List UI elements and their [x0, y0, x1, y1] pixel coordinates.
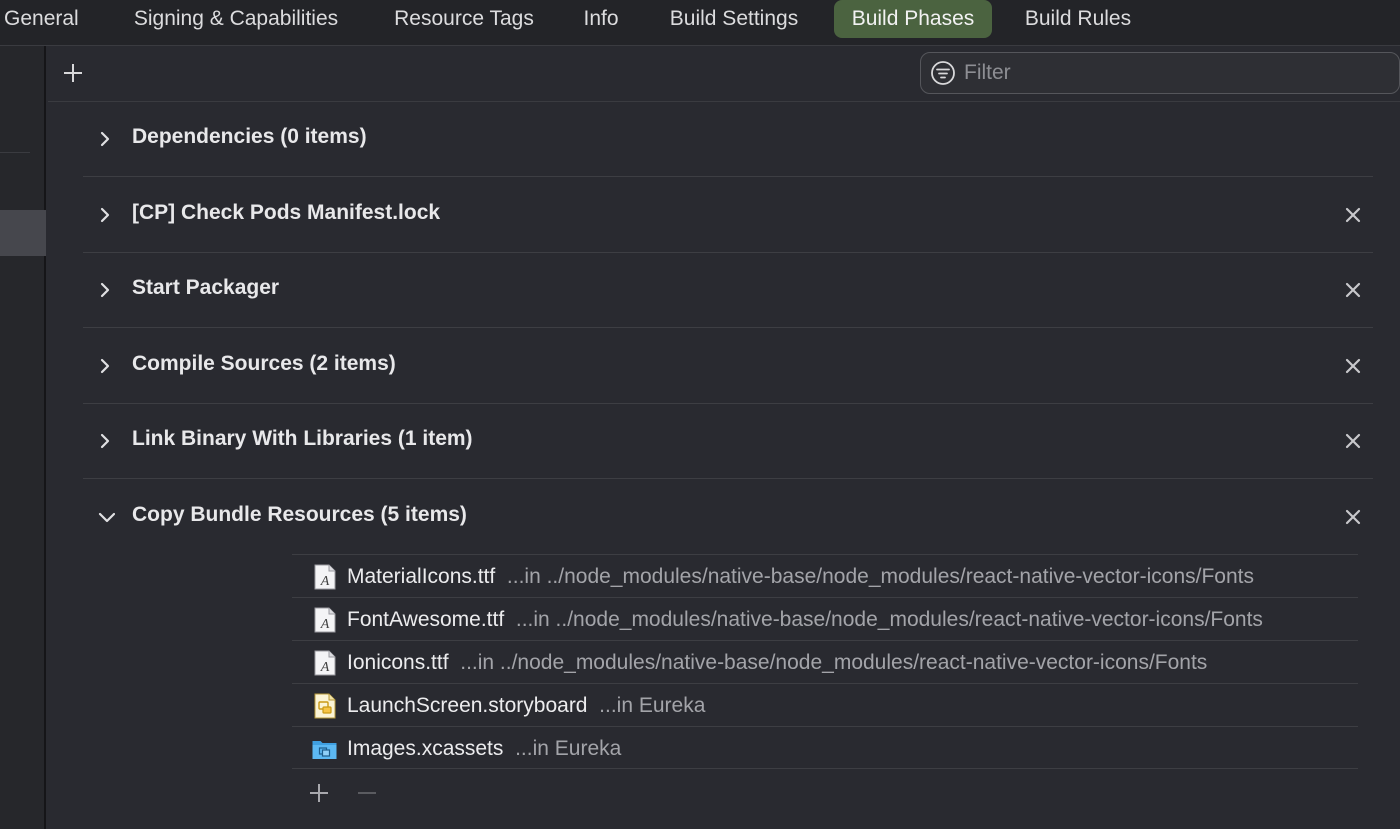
chevron-right-icon[interactable]: [97, 129, 113, 149]
target-sidebar: [0, 46, 46, 829]
tab-signing-capabilities[interactable]: Signing & Capabilities: [116, 0, 356, 38]
phase-copy-bundle-resources[interactable]: Copy Bundle Resources (5 items): [83, 479, 1373, 555]
close-icon[interactable]: [1345, 509, 1361, 525]
phase-title: Start Packager: [132, 276, 280, 299]
close-icon[interactable]: [1345, 282, 1361, 298]
chevron-down-icon[interactable]: [95, 507, 115, 527]
phase-check-pods-manifest[interactable]: [CP] Check Pods Manifest.lock: [83, 177, 1373, 253]
phase-link-binary[interactable]: Link Binary With Libraries (1 item): [83, 403, 1373, 479]
svg-text:A: A: [320, 617, 330, 632]
font-file-icon: A: [314, 607, 336, 633]
resource-list-footer: [292, 778, 492, 808]
resource-name: FontAwesome.ttf: [347, 608, 505, 631]
phase-dependencies[interactable]: Dependencies (0 items): [83, 101, 1373, 177]
list-item[interactable]: A Ionicons.ttf ...in ../node_modules/nat…: [292, 640, 1358, 683]
resource-name: Images.xcassets: [347, 737, 504, 760]
font-file-icon: A: [314, 564, 336, 590]
close-icon[interactable]: [1345, 207, 1361, 223]
tab-build-settings[interactable]: Build Settings: [654, 0, 814, 38]
chevron-right-icon[interactable]: [97, 356, 113, 376]
phase-title: Copy Bundle Resources (5 items): [132, 503, 467, 526]
sidebar-divider: [0, 152, 30, 153]
filter-input[interactable]: [964, 61, 1384, 85]
close-icon[interactable]: [1345, 358, 1361, 374]
svg-text:A: A: [320, 574, 330, 589]
tab-build-phases[interactable]: Build Phases: [834, 0, 992, 38]
phase-compile-sources[interactable]: Compile Sources (2 items): [83, 328, 1373, 404]
resource-location: ...in ../node_modules/native-base/node_m…: [460, 651, 1208, 674]
phase-title: Compile Sources (2 items): [132, 352, 396, 375]
editor-tab-bar: General Signing & Capabilities Resource …: [0, 0, 1400, 46]
resource-location: ...in ../node_modules/native-base/node_m…: [506, 565, 1254, 588]
chevron-right-icon[interactable]: [97, 431, 113, 451]
font-file-icon: A: [314, 650, 336, 676]
bundle-resources-list: A MaterialIcons.ttf ...in ../node_module…: [292, 554, 1358, 769]
filter-field[interactable]: [920, 52, 1400, 94]
tab-resource-tags[interactable]: Resource Tags: [381, 0, 547, 38]
asset-catalog-icon: [312, 741, 337, 759]
filter-icon: [931, 61, 955, 85]
list-item[interactable]: LaunchScreen.storyboard ...in Eureka: [292, 683, 1358, 726]
resource-name: MaterialIcons.ttf: [347, 565, 496, 588]
add-resource-icon[interactable]: [308, 782, 330, 804]
phase-start-packager[interactable]: Start Packager: [83, 252, 1373, 328]
tab-general[interactable]: General: [0, 0, 86, 38]
resource-name: Ionicons.ttf: [347, 651, 449, 674]
phase-title: Dependencies (0 items): [132, 125, 367, 148]
close-icon[interactable]: [1345, 433, 1361, 449]
resource-location: ...in Eureka: [515, 737, 622, 760]
add-build-phase-icon[interactable]: [62, 62, 84, 84]
list-item[interactable]: A MaterialIcons.ttf ...in ../node_module…: [292, 554, 1358, 597]
tab-info[interactable]: Info: [572, 0, 630, 38]
chevron-right-icon[interactable]: [97, 280, 113, 300]
remove-resource-icon[interactable]: [356, 782, 378, 804]
chevron-right-icon[interactable]: [97, 205, 113, 225]
sidebar-selected-target[interactable]: [0, 210, 46, 256]
storyboard-file-icon: [314, 693, 336, 719]
svg-text:A: A: [320, 660, 330, 675]
resource-location: ...in ../node_modules/native-base/node_m…: [515, 608, 1263, 631]
build-phases-toolbar: [48, 46, 1400, 102]
resource-name: LaunchScreen.storyboard: [347, 694, 588, 717]
resource-location: ...in Eureka: [599, 694, 706, 717]
list-item[interactable]: Images.xcassets ...in Eureka: [292, 726, 1358, 769]
phase-title: Link Binary With Libraries (1 item): [132, 427, 473, 450]
phase-title: [CP] Check Pods Manifest.lock: [132, 201, 441, 224]
list-item[interactable]: A FontAwesome.ttf ...in ../node_modules/…: [292, 597, 1358, 640]
tab-build-rules[interactable]: Build Rules: [1012, 0, 1144, 38]
